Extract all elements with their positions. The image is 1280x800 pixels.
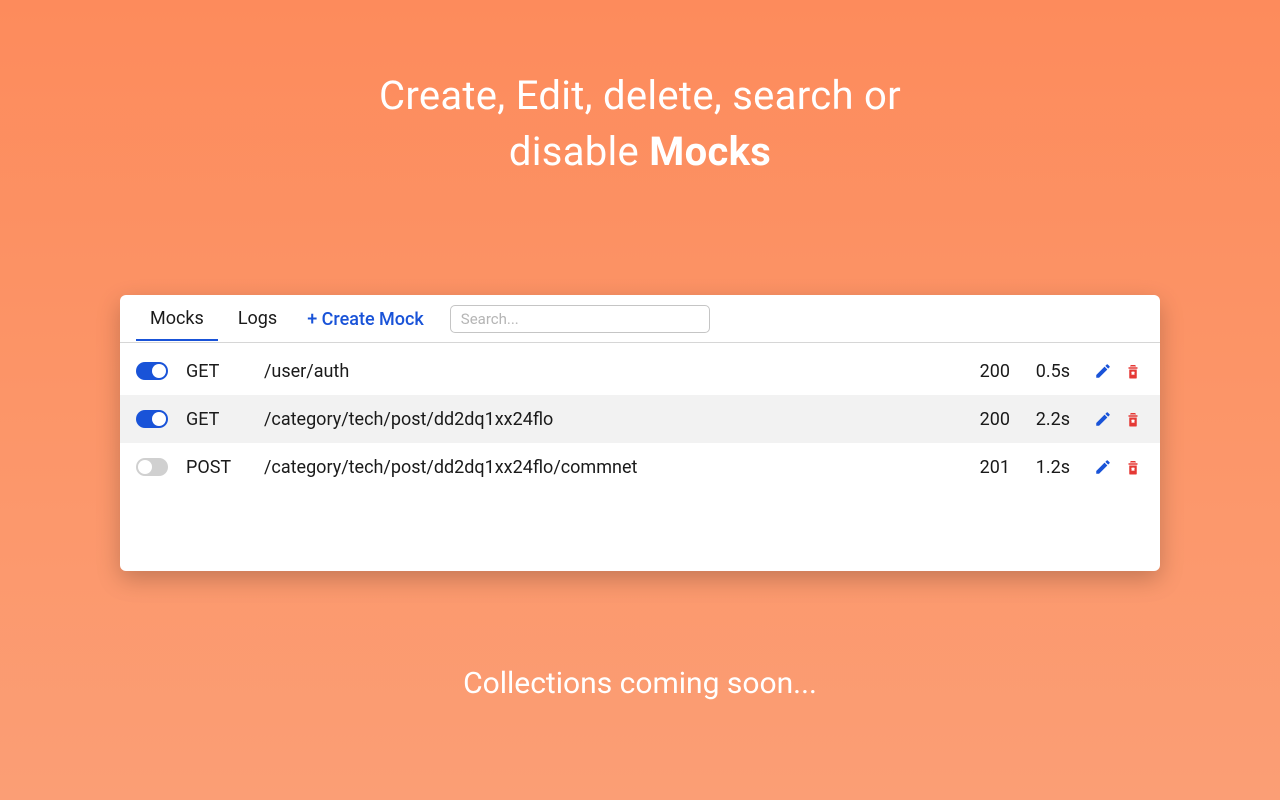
- title-line2-bold: Mocks: [649, 128, 771, 175]
- create-mock-button[interactable]: + Create Mock: [297, 298, 438, 340]
- edit-icon[interactable]: [1094, 410, 1112, 428]
- tab-mocks[interactable]: Mocks: [136, 297, 218, 341]
- mock-row: POST /category/tech/post/dd2dq1xx24flo/c…: [120, 443, 1160, 491]
- row-actions: [1094, 458, 1142, 476]
- delay-label: 2.2s: [1010, 409, 1070, 430]
- status-label: 200: [950, 361, 1010, 382]
- delay-label: 0.5s: [1010, 361, 1070, 382]
- title-line1: Create, Edit, delete, search or: [379, 72, 901, 119]
- path-label: /category/tech/post/dd2dq1xx24flo/commne…: [264, 457, 950, 478]
- row-actions: [1094, 362, 1142, 380]
- edit-icon[interactable]: [1094, 362, 1112, 380]
- enable-toggle[interactable]: [136, 458, 168, 476]
- tab-logs[interactable]: Logs: [224, 297, 291, 341]
- path-label: /category/tech/post/dd2dq1xx24flo: [264, 409, 950, 430]
- edit-icon[interactable]: [1094, 458, 1112, 476]
- delete-icon[interactable]: [1124, 410, 1142, 428]
- row-actions: [1094, 410, 1142, 428]
- enable-toggle[interactable]: [136, 362, 168, 380]
- mocks-panel: Mocks Logs + Create Mock GET /user/auth …: [120, 295, 1160, 571]
- status-label: 201: [950, 457, 1010, 478]
- path-label: /user/auth: [264, 361, 950, 382]
- enable-toggle[interactable]: [136, 410, 168, 428]
- delete-icon[interactable]: [1124, 458, 1142, 476]
- method-label: GET: [186, 409, 264, 430]
- mocks-list: GET /user/auth 200 0.5s GET /category/te…: [120, 343, 1160, 491]
- method-label: GET: [186, 361, 264, 382]
- status-label: 200: [950, 409, 1010, 430]
- delay-label: 1.2s: [1010, 457, 1070, 478]
- tabs-bar: Mocks Logs + Create Mock: [120, 295, 1160, 343]
- page-title: Create, Edit, delete, search or disable …: [379, 68, 901, 180]
- search-input[interactable]: [450, 305, 710, 333]
- mock-row: GET /category/tech/post/dd2dq1xx24flo 20…: [120, 395, 1160, 443]
- footer-text: Collections coming soon...: [463, 666, 817, 701]
- title-line2-prefix: disable: [509, 128, 649, 175]
- delete-icon[interactable]: [1124, 362, 1142, 380]
- mock-row: GET /user/auth 200 0.5s: [120, 347, 1160, 395]
- method-label: POST: [186, 457, 264, 478]
